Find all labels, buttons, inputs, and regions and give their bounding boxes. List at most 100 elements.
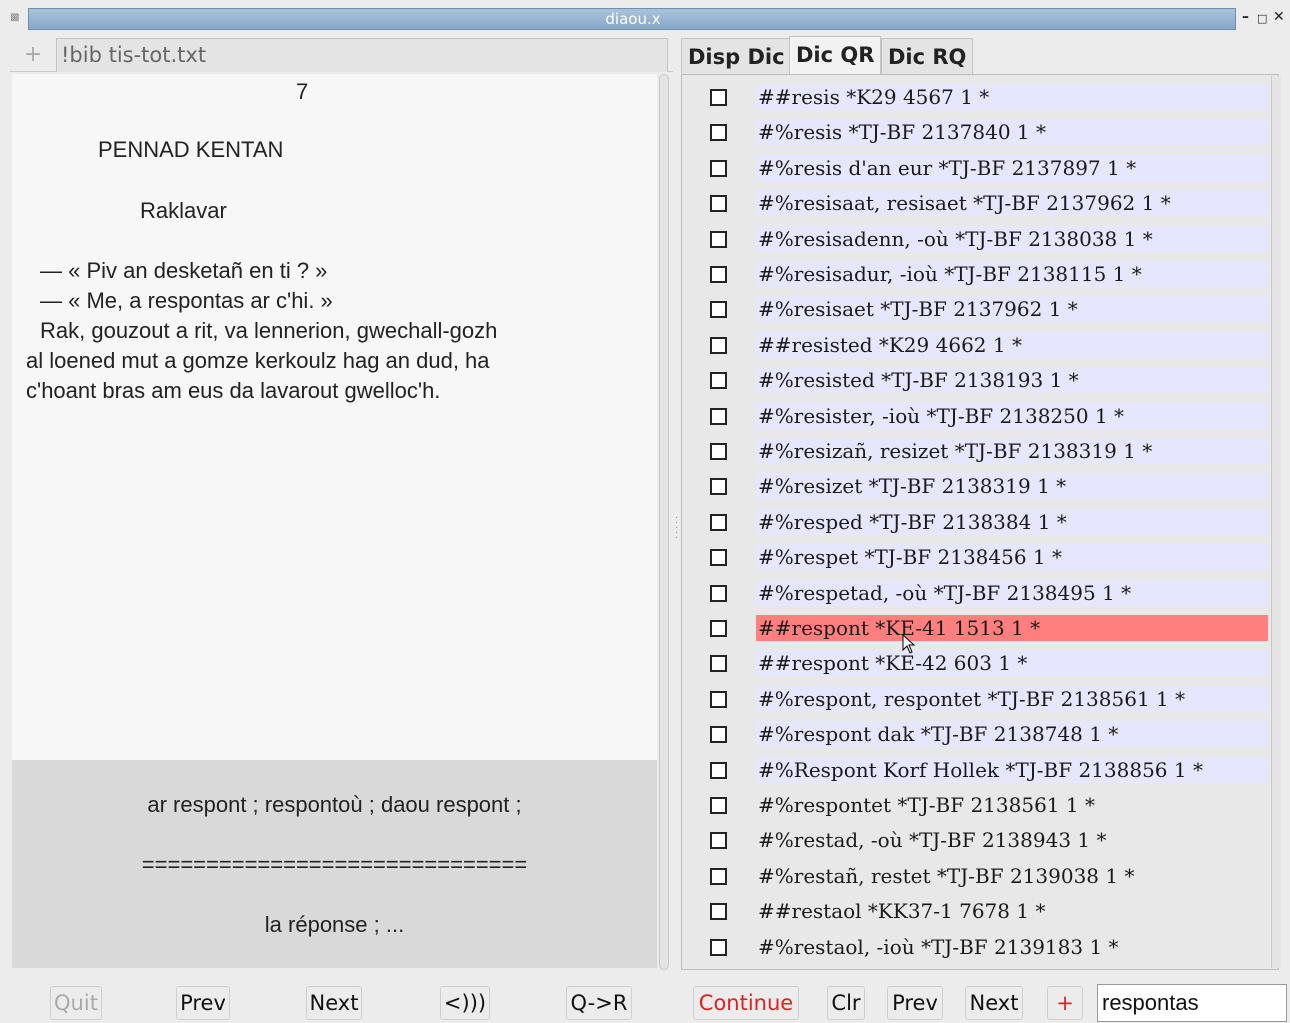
next-button[interactable]: Next	[306, 986, 362, 1020]
entry-checkbox[interactable]	[710, 160, 727, 177]
entry-label[interactable]: #%resisadur, -ioù *TJ-BF 2138115 1 *	[756, 261, 1268, 287]
entry-label[interactable]: #%resped *TJ-BF 2138384 1 *	[756, 509, 1268, 535]
list-item[interactable]: #%restaol, -ioù *TJ-BF 2139183 1 *	[682, 934, 1268, 960]
entry-label[interactable]: #%restañ, restet *TJ-BF 2139038 1 *	[756, 863, 1268, 889]
list-item[interactable]: #%respetad, -où *TJ-BF 2138495 1 *	[682, 580, 1268, 606]
tab-disp-dic[interactable]: Disp Dic	[681, 38, 792, 74]
list-item[interactable]: #%resizet *TJ-BF 2138319 1 *	[682, 473, 1268, 499]
minimize-icon[interactable]: –	[1242, 9, 1249, 25]
entry-checkbox[interactable]	[710, 231, 727, 248]
entry-label[interactable]: #%respetad, -où *TJ-BF 2138495 1 *	[756, 580, 1268, 606]
entry-checkbox[interactable]	[710, 655, 727, 672]
entry-label[interactable]: #%restaol, -ioù *TJ-BF 2139183 1 *	[756, 934, 1268, 960]
list-item[interactable]: #%respontet *TJ-BF 2138561 1 *	[682, 792, 1268, 818]
entry-label[interactable]: ##restaol *KK37-1 7678 1 *	[756, 898, 1268, 924]
entry-checkbox[interactable]	[710, 514, 727, 531]
entry-checkbox[interactable]	[710, 726, 727, 743]
list-item[interactable]: #%resis *TJ-BF 2137840 1 *	[682, 119, 1268, 145]
quit-button[interactable]: Quit	[50, 986, 102, 1020]
entry-label[interactable]: #%resis d'an eur *TJ-BF 2137897 1 *	[756, 155, 1268, 181]
tab-dic-rq[interactable]: Dic RQ	[881, 38, 974, 74]
list-item[interactable]: #%resisaet *TJ-BF 2137962 1 *	[682, 296, 1268, 322]
entry-label[interactable]: #%resisted *TJ-BF 2138193 1 *	[756, 367, 1268, 393]
entry-checkbox[interactable]	[710, 124, 727, 141]
clear-button[interactable]: Clr	[827, 986, 865, 1020]
q-to-r-button[interactable]: Q->R	[566, 986, 632, 1020]
entry-label[interactable]: ##respont *KE-41 1513 1 *	[756, 615, 1268, 641]
maximize-icon[interactable]: □	[1257, 12, 1267, 25]
entry-checkbox[interactable]	[710, 762, 727, 779]
entry-label[interactable]: #%respet *TJ-BF 2138456 1 *	[756, 544, 1268, 570]
entry-checkbox[interactable]	[710, 195, 727, 212]
entry-label[interactable]: #%respont, respontet *TJ-BF 2138561 1 *	[756, 686, 1268, 712]
entry-checkbox[interactable]	[710, 89, 727, 106]
file-tab[interactable]: !bib tis-tot.txt	[56, 38, 668, 72]
entry-label[interactable]: #%Respont Korf Hollek *TJ-BF 2138856 1 *	[756, 757, 1268, 783]
list-item[interactable]: #%respont, respontet *TJ-BF 2138561 1 *	[682, 686, 1268, 712]
list-item[interactable]: #%respet *TJ-BF 2138456 1 *	[682, 544, 1268, 570]
entry-checkbox[interactable]	[710, 301, 727, 318]
entry-label[interactable]: #%resizañ, resizet *TJ-BF 2138319 1 *	[756, 438, 1268, 464]
entry-checkbox[interactable]	[710, 691, 727, 708]
entry-label[interactable]: #%respont dak *TJ-BF 2138748 1 *	[756, 721, 1268, 747]
right-scrollbar[interactable]	[1271, 76, 1281, 968]
entry-label[interactable]: #%resizet *TJ-BF 2138319 1 *	[756, 473, 1268, 499]
list-item[interactable]: #%Respont Korf Hollek *TJ-BF 2138856 1 *	[682, 757, 1268, 783]
list-item[interactable]: #%restad, -où *TJ-BF 2138943 1 *	[682, 827, 1268, 853]
list-item[interactable]: #%resped *TJ-BF 2138384 1 *	[682, 509, 1268, 535]
list-item[interactable]: ##resisted *K29 4662 1 *	[682, 332, 1268, 358]
entry-checkbox[interactable]	[710, 408, 727, 425]
entry-checkbox[interactable]	[710, 832, 727, 849]
title-bar-strip[interactable]: diaou.x	[28, 8, 1236, 30]
list-item[interactable]: ##respont *KE-42 603 1 *	[682, 650, 1268, 676]
window-menu-icon[interactable]: ▩	[10, 12, 22, 23]
entry-label[interactable]: #%restad, -où *TJ-BF 2138943 1 *	[756, 827, 1268, 853]
prev-result-button[interactable]: Prev	[887, 986, 943, 1020]
list-item[interactable]: ##resis *K29 4567 1 *	[682, 84, 1268, 110]
text-view[interactable]: 7 PENNAD KENTAN Raklavar — « Piv an desk…	[12, 74, 657, 760]
entry-label[interactable]: #%resisadenn, -où *TJ-BF 2138038 1 *	[756, 226, 1268, 252]
entry-checkbox[interactable]	[710, 337, 727, 354]
entry-label[interactable]: ##resisted *K29 4662 1 *	[756, 332, 1268, 358]
list-item[interactable]: ##restaol *KK37-1 7678 1 *	[682, 898, 1268, 924]
tab-dic-qr[interactable]: Dic QR	[789, 36, 882, 74]
entry-label[interactable]: #%resisaet *TJ-BF 2137962 1 *	[756, 296, 1268, 322]
entry-label[interactable]: ##resis *K29 4567 1 *	[756, 84, 1268, 110]
list-item[interactable]: #%restañ, restet *TJ-BF 2139038 1 *	[682, 863, 1268, 889]
entry-checkbox[interactable]	[710, 903, 727, 920]
list-item[interactable]: ##respont *KE-41 1513 1 *	[682, 615, 1268, 641]
entry-checkbox[interactable]	[710, 868, 727, 885]
add-button[interactable]: +	[1047, 986, 1083, 1020]
entry-label[interactable]: #%resis *TJ-BF 2137840 1 *	[756, 119, 1268, 145]
entry-checkbox[interactable]	[710, 797, 727, 814]
list-item[interactable]: #%resister, -ioù *TJ-BF 2138250 1 *	[682, 403, 1268, 429]
continue-button[interactable]: Continue	[693, 986, 799, 1020]
dictionary-list[interactable]: ##resis *K29 4567 1 * #%resis *TJ-BF 2137…	[681, 74, 1279, 970]
close-icon[interactable]: ✕	[1273, 9, 1285, 25]
prev-button[interactable]: Prev	[176, 986, 230, 1020]
list-item[interactable]: #%resis d'an eur *TJ-BF 2137897 1 *	[682, 155, 1268, 181]
list-item[interactable]: #%resizañ, resizet *TJ-BF 2138319 1 *	[682, 438, 1268, 464]
list-item[interactable]: #%resisadenn, -où *TJ-BF 2138038 1 *	[682, 226, 1268, 252]
entry-label[interactable]: #%respontet *TJ-BF 2138561 1 *	[756, 792, 1268, 818]
list-item[interactable]: #%resisted *TJ-BF 2138193 1 *	[682, 367, 1268, 393]
translation-view[interactable]: ar respont ; respontoù ; daou respont ; …	[12, 760, 657, 968]
entry-checkbox[interactable]	[710, 266, 727, 283]
entry-checkbox[interactable]	[710, 620, 727, 637]
pane-splitter[interactable]: · · · · ·	[673, 36, 681, 976]
entry-label[interactable]: #%resister, -ioù *TJ-BF 2138250 1 *	[756, 403, 1268, 429]
entry-checkbox[interactable]	[710, 372, 727, 389]
entry-label[interactable]: ##respont *KE-42 603 1 *	[756, 650, 1268, 676]
next-result-button[interactable]: Next	[965, 986, 1023, 1020]
entry-checkbox[interactable]	[710, 939, 727, 956]
list-item[interactable]: #%resisadur, -ioù *TJ-BF 2138115 1 *	[682, 261, 1268, 287]
add-tab-button[interactable]: +	[14, 40, 52, 70]
left-scrollbar[interactable]	[659, 74, 669, 970]
entry-label[interactable]: #%resisaat, resisaet *TJ-BF 2137962 1 *	[756, 190, 1268, 216]
entry-checkbox[interactable]	[710, 478, 727, 495]
entry-checkbox[interactable]	[710, 443, 727, 460]
entry-checkbox[interactable]	[710, 549, 727, 566]
play-sound-button[interactable]: <)))	[440, 986, 490, 1020]
entry-checkbox[interactable]	[710, 585, 727, 602]
search-input[interactable]: respontas	[1097, 984, 1287, 1022]
